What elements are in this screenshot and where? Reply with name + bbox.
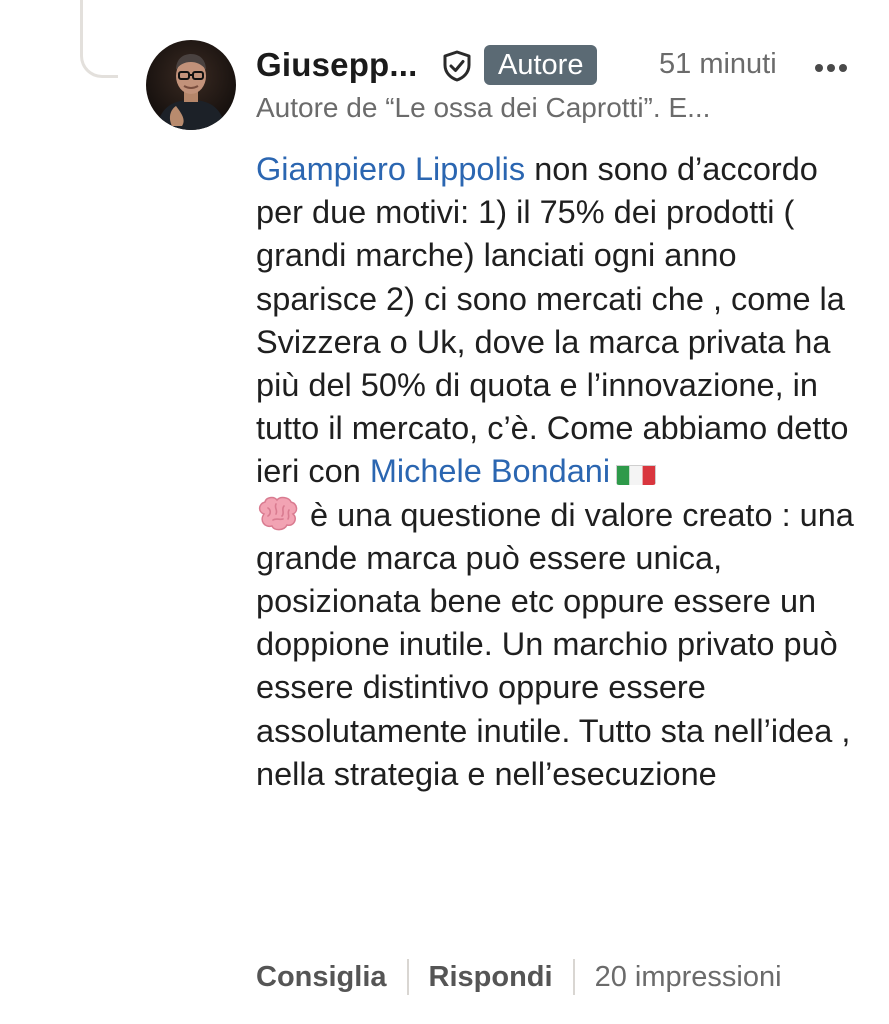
divider [572,959,575,995]
author-name[interactable]: Giusepp... [256,46,418,84]
avatar[interactable] [146,40,236,130]
brain-icon [256,496,300,532]
divider [406,959,409,995]
comment-actions: Consiglia Rispondi 20 impressioni [256,955,782,999]
timestamp: 51 minuti [659,48,777,80]
comment-text: è una questione di valore creato : una g… [256,496,854,792]
mention-link[interactable]: Giampiero Lippolis [256,151,525,187]
comment-header: Giusepp... Autore 51 minuti [256,44,849,88]
italy-flag-icon [616,459,657,486]
reply-button[interactable]: Rispondi [429,961,553,994]
more-horizontal-icon[interactable] [814,60,848,72]
like-button[interactable]: Consiglia [256,961,387,994]
author-badge: Autore [484,45,598,85]
mention-link[interactable]: Michele Bondani [370,453,610,489]
shield-check-icon [442,50,472,82]
comment-body: Giampiero Lippolis non sono d’accordo pe… [256,148,856,796]
impressions-count[interactable]: 20 impressioni [595,961,782,994]
comment-text: non sono d’accordo per due motivi: 1) il… [256,151,849,490]
thread-connector [80,0,118,78]
author-headline: Autore de “Le ossa dei Caprotti”. E... [256,92,711,123]
